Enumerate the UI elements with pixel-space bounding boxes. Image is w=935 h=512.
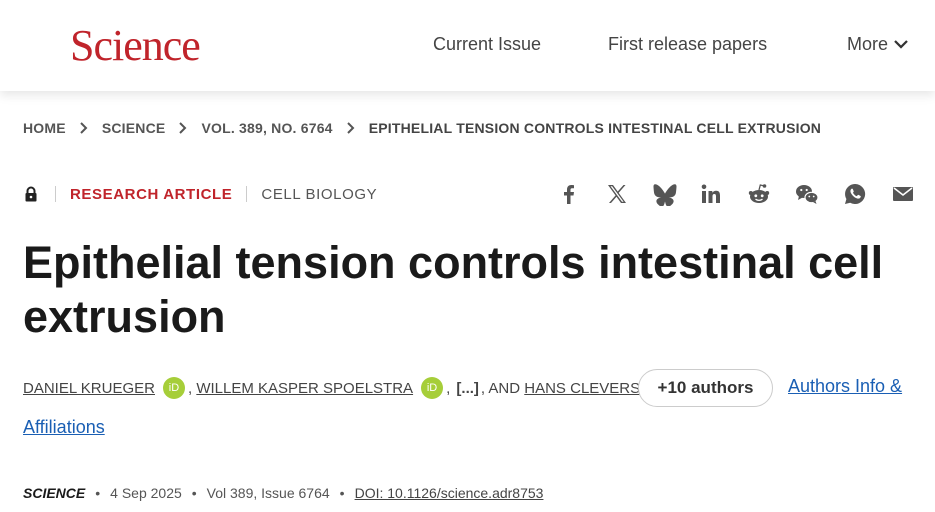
separator-dot: • (191, 485, 197, 501)
author-list: DANIEL KRUEGER iD , WILLEM KASPER SPOELS… (23, 376, 673, 400)
author-link[interactable]: DANIEL KRUEGER (23, 380, 155, 397)
nav-first-release-papers[interactable]: First release papers (608, 34, 767, 54)
lock-icon (25, 186, 37, 202)
article-meta-row: RESEARCH ARTICLE CELL BIOLOGY (23, 184, 377, 204)
volume-issue: Vol 389, Issue 6764 (206, 485, 330, 501)
chevron-right-icon (345, 122, 357, 134)
breadcrumb-volume[interactable]: VOL. 389, NO. 6764 (201, 120, 332, 136)
nav-more-label: More (847, 34, 889, 54)
wechat-icon[interactable] (794, 181, 820, 207)
publication-info: SCIENCE • 4 Sep 2025 • Vol 389, Issue 67… (23, 484, 543, 502)
divider (246, 186, 248, 202)
affiliations-link[interactable]: Affiliations (23, 417, 105, 438)
authors-and: , AND (480, 379, 521, 397)
comma: , (446, 379, 455, 397)
nav-current-issue[interactable]: Current Issue (433, 34, 541, 54)
authors-info-link[interactable]: Authors Info & (788, 376, 902, 397)
facebook-icon[interactable] (556, 181, 582, 207)
site-header: Science Current Issue First release pape… (0, 0, 935, 91)
science-logo[interactable]: Science (70, 22, 201, 70)
orcid-icon[interactable]: iD (162, 377, 185, 399)
nav-more[interactable]: More (847, 34, 910, 54)
author-link[interactable]: HANS CLEVERS (524, 380, 640, 397)
separator-dot: • (95, 485, 101, 501)
email-icon[interactable] (890, 181, 916, 207)
comma: , (187, 379, 197, 397)
article-title: Epithelial tension controls intestinal c… (23, 237, 884, 342)
breadcrumb-home[interactable]: HOME (23, 120, 66, 136)
article-type[interactable]: RESEARCH ARTICLE (70, 186, 232, 203)
whatsapp-icon[interactable] (842, 181, 868, 207)
breadcrumb: HOME SCIENCE VOL. 389, NO. 6764 EPITHELI… (23, 118, 821, 138)
chevron-down-icon (894, 40, 908, 49)
doi-link[interactable]: DOI: 10.1126/science.adr8753 (355, 485, 544, 501)
chevron-right-icon (78, 122, 90, 134)
chevron-right-icon (177, 122, 189, 134)
journal-name[interactable]: SCIENCE (23, 485, 85, 501)
breadcrumb-science[interactable]: SCIENCE (102, 120, 166, 136)
reddit-icon[interactable] (746, 181, 772, 207)
authors-ellipsis[interactable]: [...] (456, 380, 479, 397)
breadcrumb-current: EPITHELIAL TENSION CONTROLS INTESTINAL C… (368, 120, 822, 136)
more-authors-button[interactable]: +10 authors (638, 369, 773, 407)
bluesky-icon[interactable] (652, 181, 678, 207)
separator-dot: • (339, 485, 345, 501)
share-bar (556, 180, 916, 208)
article-category[interactable]: CELL BIOLOGY (261, 186, 377, 203)
divider (55, 186, 56, 202)
publication-date: 4 Sep 2025 (110, 485, 182, 501)
linkedin-icon[interactable] (698, 181, 724, 207)
orcid-icon[interactable]: iD (421, 377, 444, 399)
x-icon[interactable] (604, 181, 630, 207)
author-link[interactable]: WILLEM KASPER SPOELSTRA (196, 380, 413, 397)
